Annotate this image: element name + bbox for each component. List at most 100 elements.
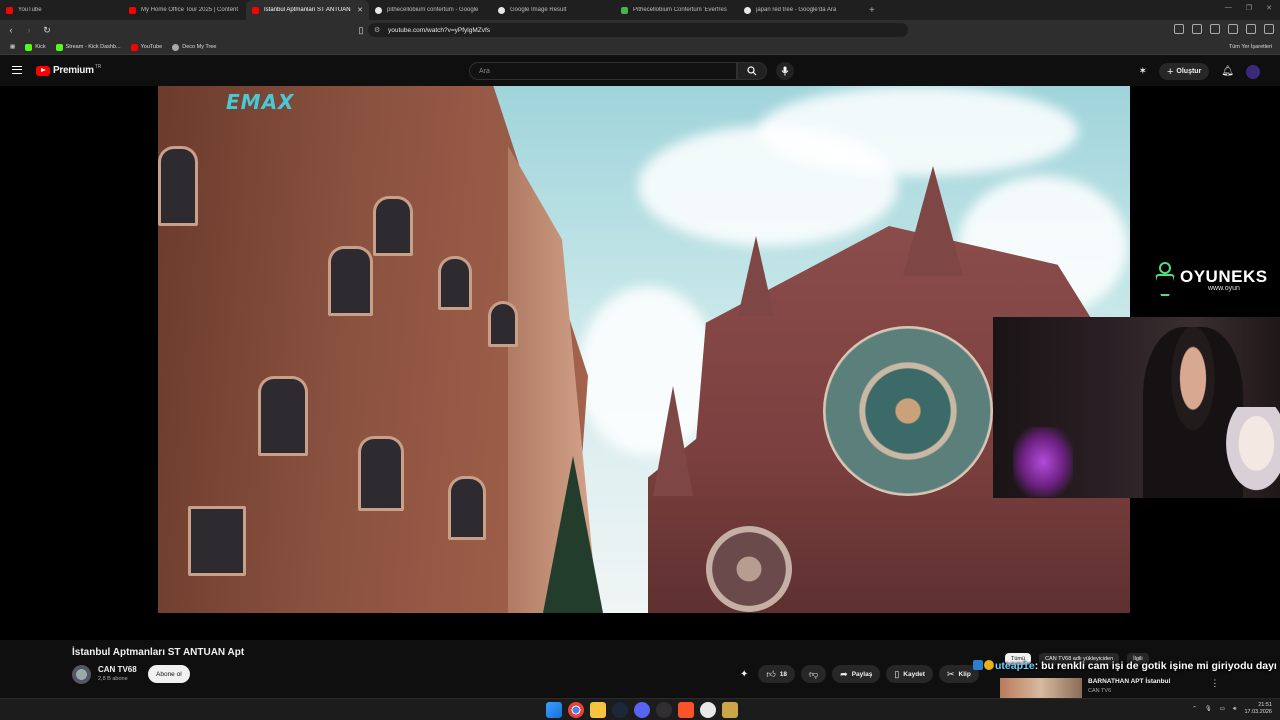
youtube-icon xyxy=(130,43,138,51)
wallet-icon[interactable] xyxy=(1246,24,1256,34)
file-explorer-icon[interactable] xyxy=(590,702,606,718)
browser-tab-active[interactable]: İstanbul Aptmanları ST ANTUAN ✕ xyxy=(246,0,369,20)
discord-icon[interactable] xyxy=(634,702,650,718)
channel-watermark: EMAX xyxy=(226,90,295,114)
browser-tab-strip: YouTube My Home Office Tour 2025 | Conte… xyxy=(0,0,1280,20)
chat-badge-icon xyxy=(984,660,994,670)
create-button[interactable]: + Oluştur xyxy=(1158,63,1210,80)
search-input[interactable]: Ara xyxy=(469,62,737,80)
chrome-icon[interactable] xyxy=(568,702,584,718)
browser-tab[interactable]: YouTube xyxy=(0,0,123,20)
bookmark-label: Deco My Tree xyxy=(182,44,217,50)
save-button[interactable]: ▯ Kaydet xyxy=(886,665,933,683)
extension-icon[interactable] xyxy=(1210,24,1220,34)
plus-icon: + xyxy=(1166,65,1174,78)
extension-icon[interactable] xyxy=(1192,24,1202,34)
network-icon[interactable]: ▭ xyxy=(1220,706,1225,712)
sidebar-icon[interactable] xyxy=(1228,24,1238,34)
bookmarks-bar: ▦ Kick Stream - Kick Dashb... YouTube De… xyxy=(0,40,1280,55)
bookmark-label: YouTube xyxy=(140,44,163,50)
google-favicon-icon xyxy=(744,6,751,14)
windows-start-icon[interactable] xyxy=(546,702,562,718)
extension-icon[interactable] xyxy=(1174,24,1184,34)
bookmark-icon[interactable]: ▯ xyxy=(354,25,368,36)
account-avatar[interactable] xyxy=(1246,64,1260,79)
thumbs-up-icon: 👍︎ xyxy=(766,668,776,679)
video-window xyxy=(438,256,472,310)
bookmark-kick[interactable]: Kick xyxy=(25,43,46,51)
sponsor-name: OYUNEKS xyxy=(1180,266,1268,286)
webcam-overlay xyxy=(993,317,1280,498)
oyuneks-mascot-icon xyxy=(1153,262,1177,296)
brave-icon[interactable] xyxy=(678,702,694,718)
obs-icon[interactable] xyxy=(656,702,672,718)
search-button[interactable] xyxy=(737,62,767,80)
hamburger-menu-icon[interactable] xyxy=(12,66,22,74)
extensions-area xyxy=(1174,24,1274,34)
player-bottom-bar xyxy=(0,626,1280,640)
apps-icon[interactable]: ▦ xyxy=(10,44,15,50)
channel-name[interactable]: CAN TV68 xyxy=(98,665,137,674)
subscribe-button[interactable]: Abone ol xyxy=(148,665,190,683)
bookmark-deco-my-tree[interactable]: Deco My Tree xyxy=(172,43,217,51)
app-icon[interactable] xyxy=(700,702,716,718)
chat-username: uteap1e xyxy=(995,660,1035,672)
tab-title: My Home Office Tour 2025 | Content xyxy=(141,7,239,13)
channel-avatar[interactable] xyxy=(72,665,91,684)
video-content: EMAX xyxy=(158,86,1130,613)
video-player[interactable]: EMAX OYUNEKS www.oyun xyxy=(0,86,1280,640)
leaf-favicon-icon xyxy=(621,6,628,14)
recommended-video[interactable]: BARNATHAN APT İstanbul CAN TV6 ⋮ xyxy=(1000,678,1219,698)
bookmark-kick-dashboard[interactable]: Stream - Kick Dashb... xyxy=(55,43,121,51)
tab-title: YouTube xyxy=(18,7,42,13)
tab-title: Pithecellobium Confertum 'Everfres xyxy=(633,7,727,13)
more-options-icon[interactable]: ⋮ xyxy=(1210,678,1219,698)
volume-icon[interactable]: 🔊︎ xyxy=(1233,706,1236,713)
browser-tab[interactable]: Google Image Result xyxy=(492,0,615,20)
new-tab-button[interactable]: + xyxy=(861,5,883,16)
restore-icon[interactable]: ❐ xyxy=(1246,4,1252,12)
video-window xyxy=(188,506,246,576)
menu-icon[interactable] xyxy=(1264,24,1274,34)
clock[interactable]: 21:51 17.03.2026 xyxy=(1244,702,1272,716)
save-label: Kaydet xyxy=(903,670,925,678)
header-actions: ✶ + Oluştur 🔔︎ xyxy=(1139,63,1260,80)
share-icon: ➦ xyxy=(840,668,848,679)
url-field[interactable]: ⚙ youtube.com/watch?v=yPfylgMZvfs xyxy=(368,23,908,37)
close-window-icon[interactable]: ✕ xyxy=(1266,4,1272,12)
share-button[interactable]: ➦ Paylaş xyxy=(832,665,881,683)
tray-chevron-icon[interactable]: ⌃ xyxy=(1192,706,1197,712)
system-tray: ⌃ 🎙︎ ▭ 🔊︎ 21:51 17.03.2026 xyxy=(1192,702,1272,716)
microphone-tray-icon[interactable]: 🎙︎ xyxy=(1205,706,1212,712)
all-bookmarks[interactable]: Tüm Yer İşaretleri xyxy=(1229,44,1272,50)
kick-icon xyxy=(25,43,33,51)
forward-icon[interactable]: › xyxy=(22,25,36,35)
reload-icon[interactable]: ↻ xyxy=(40,25,54,36)
notifications-bell-icon[interactable]: 🔔︎ xyxy=(1221,66,1234,77)
browser-tab[interactable]: japan red tree - Google'da Ara xyxy=(738,0,861,20)
browser-tab[interactable]: pithecellobium confertum - Google xyxy=(369,0,492,20)
site-info-icon[interactable]: ⚙ xyxy=(374,26,380,34)
browser-tab[interactable]: Pithecellobium Confertum 'Everfres xyxy=(615,0,738,20)
minimize-icon[interactable]: — xyxy=(1225,4,1232,12)
app-icon[interactable] xyxy=(722,702,738,718)
steam-icon[interactable] xyxy=(612,702,628,718)
cast-icon[interactable]: ✶ xyxy=(1139,66,1147,77)
youtube-logo[interactable]: Premium TR xyxy=(36,64,101,76)
chat-overlay: uteap1e: bu renkli cam işi de gotik işin… xyxy=(973,658,1280,675)
bookmark-youtube[interactable]: YouTube xyxy=(130,43,163,51)
voice-search-button[interactable] xyxy=(776,62,794,80)
address-toolbar: ‹ › ↻ ▯ ⚙ youtube.com/watch?v=yPfylgMZvf… xyxy=(0,20,1280,40)
taskbar-apps xyxy=(546,702,738,718)
chat-badge-icon xyxy=(973,660,983,670)
share-label: Paylaş xyxy=(851,670,873,678)
video-window xyxy=(488,301,518,347)
browser-tab[interactable]: My Home Office Tour 2025 | Content xyxy=(123,0,246,20)
like-button[interactable]: 👍︎ 18 xyxy=(758,665,796,683)
dislike-button[interactable]: 👎︎ xyxy=(801,665,827,683)
google-favicon-icon xyxy=(375,6,382,14)
back-icon[interactable]: ‹ xyxy=(4,25,18,35)
ask-ai-icon[interactable]: ✦ xyxy=(740,669,748,680)
sponsor-logo: OYUNEKS www.oyun xyxy=(1153,262,1268,296)
close-tab-icon[interactable]: ✕ xyxy=(357,6,363,14)
